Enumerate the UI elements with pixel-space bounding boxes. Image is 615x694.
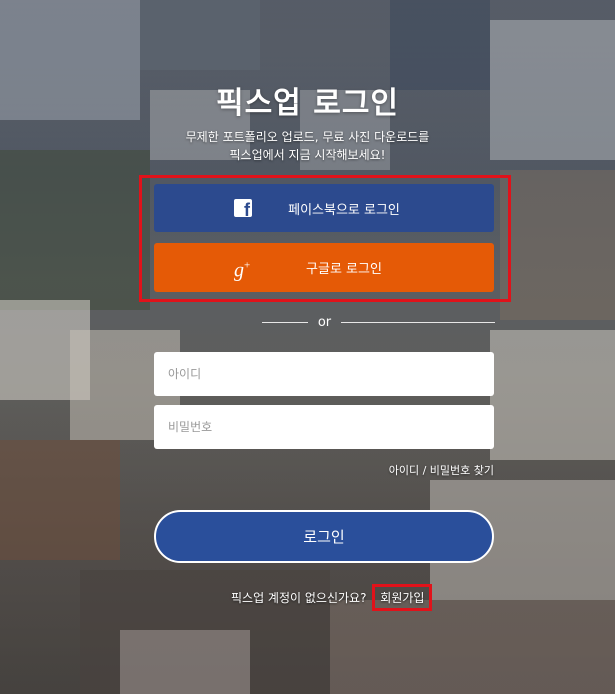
divider-or-text: or	[317, 315, 332, 330]
google-plus-icon: g+	[234, 258, 251, 281]
user-id-input[interactable]	[154, 352, 494, 396]
google-login-label: 구글로 로그인	[306, 262, 382, 277]
divider-line-left	[262, 322, 308, 323]
facebook-login-label: 페이스북으로 로그인	[288, 202, 400, 218]
facebook-login-button[interactable]: f 페이스북으로 로그인	[154, 184, 494, 232]
facebook-icon: f	[234, 199, 252, 219]
subtitle-line-1: 무제한 포트폴리오 업로드, 무료 사진 다운로드를	[185, 130, 430, 144]
divider-line-right	[341, 322, 495, 323]
google-login-button[interactable]: g+ 구글로 로그인	[154, 243, 494, 292]
signup-question-text: 픽스업 계정이 없으신가요?	[231, 591, 367, 605]
find-id-password-link[interactable]: 아이디 / 비밀번호 찾기	[389, 462, 494, 478]
password-input[interactable]	[154, 405, 494, 449]
signup-prompt: 픽스업 계정이 없으신가요? 회원가입	[231, 584, 433, 611]
signup-link[interactable]: 회원가입	[372, 584, 433, 611]
page-subtitle: 무제한 포트폴리오 업로드, 무료 사진 다운로드를 픽스업에서 지금 시작해보…	[0, 128, 615, 164]
page-title: 픽스업 로그인	[215, 86, 400, 121]
subtitle-line-2: 픽스업에서 지금 시작해보세요!	[229, 148, 386, 162]
login-panel: 픽스업 로그인 무제한 포트폴리오 업로드, 무료 사진 다운로드를 픽스업에서…	[0, 0, 615, 694]
login-button[interactable]: 로그인	[154, 510, 494, 563]
